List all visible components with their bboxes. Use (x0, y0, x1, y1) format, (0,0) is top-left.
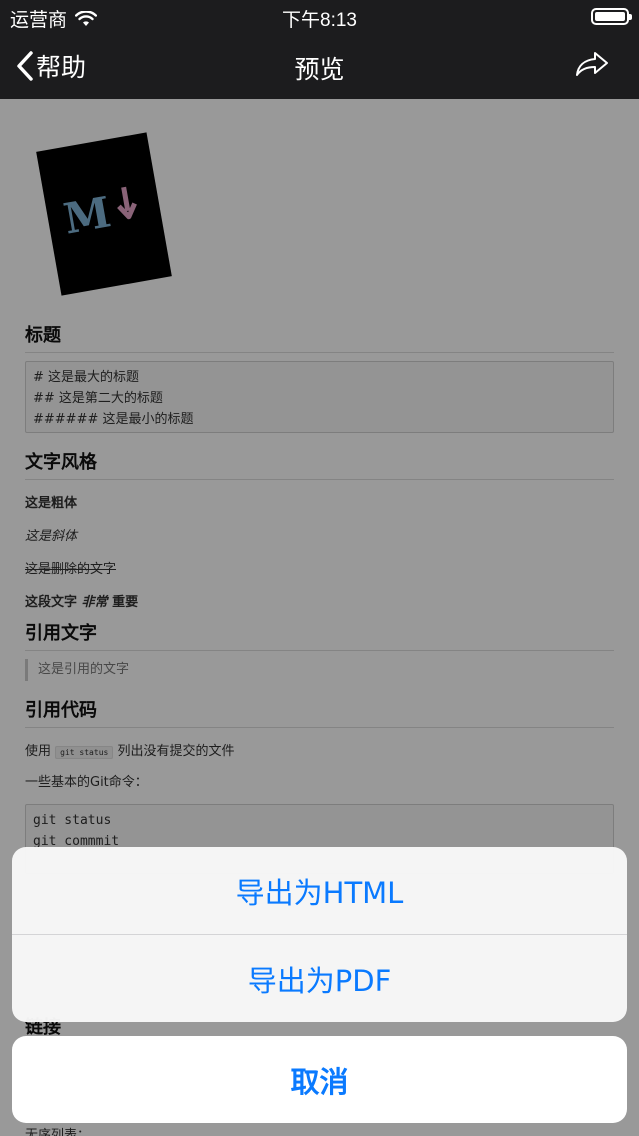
status-bar: 运营商 下午8:13 (0, 0, 639, 34)
export-pdf-button[interactable]: 导出为PDF (12, 935, 627, 1022)
navigation-bar: 帮助 预览 (0, 34, 639, 99)
share-button[interactable] (575, 51, 609, 81)
export-html-button[interactable]: 导出为HTML (12, 847, 627, 934)
share-icon (576, 52, 608, 76)
action-sheet: 导出为HTML 导出为PDF (12, 847, 627, 1022)
battery-icon (591, 8, 632, 25)
clock: 下午8:13 (282, 10, 357, 31)
cancel-button[interactable]: 取消 (12, 1036, 627, 1123)
page-title: 预览 (294, 55, 345, 84)
